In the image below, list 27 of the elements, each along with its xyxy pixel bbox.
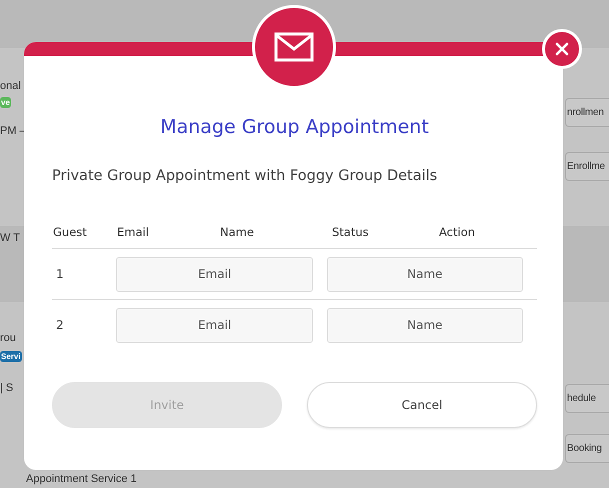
column-header: Action xyxy=(439,225,476,239)
modal-title: Manage Group Appointment xyxy=(159,116,430,138)
email-field[interactable]: Email xyxy=(116,256,313,292)
column-header: Name xyxy=(220,225,254,239)
guest-number: 1 xyxy=(55,267,65,281)
modal-subtitle: Private Group Appointment with Foggy Group Details xyxy=(52,168,438,184)
envelope-icon xyxy=(274,32,314,62)
name-field[interactable]: Name xyxy=(326,308,523,342)
background-text: | S xyxy=(0,382,14,394)
background-button[interactable]: hedule xyxy=(565,384,609,413)
close-icon xyxy=(555,42,569,56)
background-text: Appointment Service 1 xyxy=(26,473,137,485)
column-header: Status xyxy=(332,225,369,239)
cancel-button[interactable]: Cancel xyxy=(307,382,537,428)
column-header: Email xyxy=(117,225,149,239)
background-text: W T xyxy=(0,232,20,244)
background-button[interactable]: Booking xyxy=(565,434,609,463)
column-header: Guest xyxy=(53,225,87,239)
background-text: rou xyxy=(0,332,16,344)
guest-number: 2 xyxy=(55,318,65,332)
status-badge: ve xyxy=(0,97,11,108)
background-text: onal xyxy=(0,80,21,92)
email-field[interactable]: Email xyxy=(116,308,313,342)
background-button[interactable]: Enrollme xyxy=(565,152,609,181)
name-field[interactable]: Name xyxy=(326,256,523,292)
status-badge: Servi xyxy=(0,351,22,362)
background-button[interactable]: nrollmen xyxy=(565,98,609,127)
